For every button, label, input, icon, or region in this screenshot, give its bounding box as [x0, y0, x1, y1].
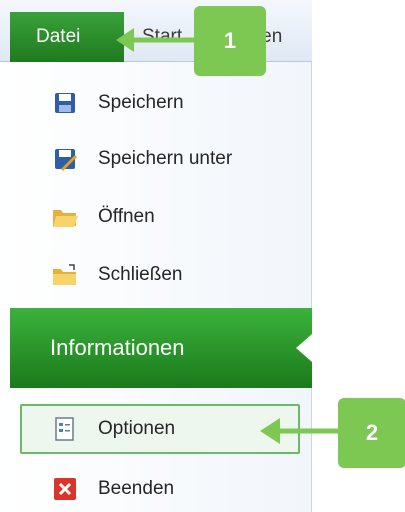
arrow-to-options — [260, 418, 346, 444]
menu-item-exit[interactable]: Beenden — [20, 464, 300, 512]
menu-item-save[interactable]: Speichern — [20, 78, 300, 128]
menu-item-label: Speichern — [98, 92, 184, 113]
open-folder-icon — [52, 204, 78, 230]
save-as-icon — [52, 146, 78, 172]
save-icon — [52, 90, 78, 116]
menu-item-label: Beenden — [98, 478, 175, 499]
exit-icon — [52, 476, 78, 502]
menu-item-info[interactable]: Informationen — [10, 308, 312, 388]
callout-badge-1: 1 — [194, 6, 266, 76]
callout-badge-2: 2 — [338, 398, 405, 468]
menu-item-open[interactable]: Öffnen — [20, 192, 300, 242]
options-icon — [52, 416, 78, 442]
arrow-to-file-tab — [116, 28, 200, 52]
menu-item-close[interactable]: Schließen — [20, 250, 300, 300]
menu-item-label: Schließen — [98, 264, 183, 285]
tab-file[interactable]: Datei — [10, 12, 124, 62]
menu-item-save-as[interactable]: Speichern unter — [20, 134, 300, 184]
menu-item-label: Optionen — [98, 418, 176, 439]
menu-item-label: Öffnen — [98, 206, 155, 227]
menu-item-label: Speichern unter — [98, 148, 233, 169]
close-folder-icon — [52, 262, 78, 288]
selection-notch — [296, 334, 312, 362]
